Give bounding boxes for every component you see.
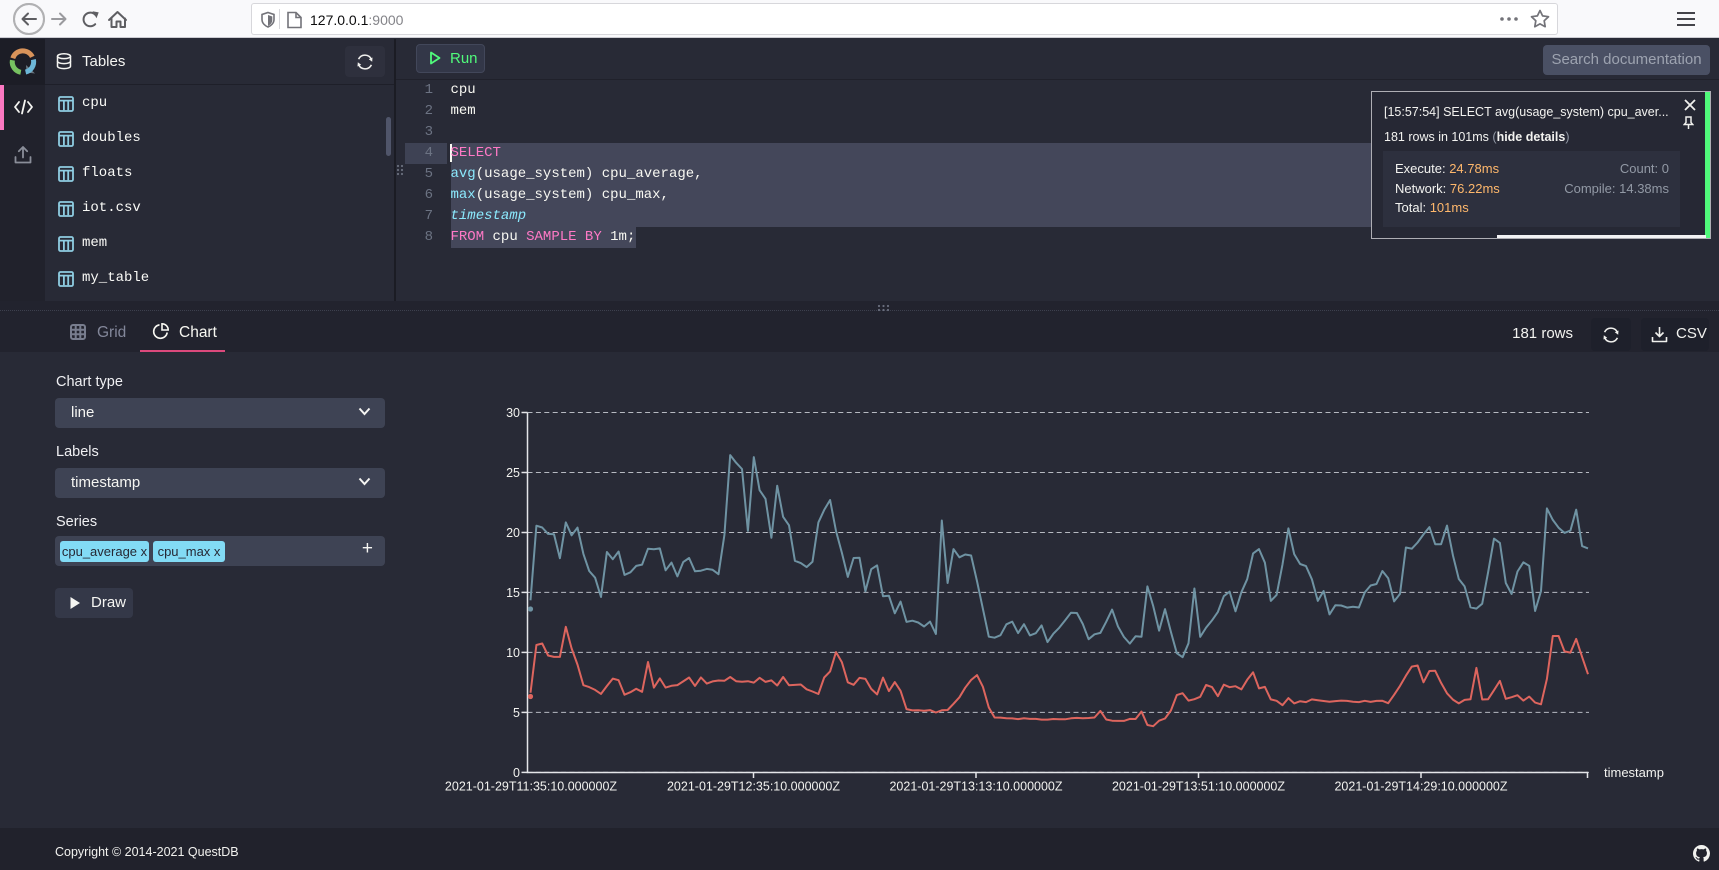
svg-text:2021-01-29T14:29:10.000000Z: 2021-01-29T14:29:10.000000Z [1334, 780, 1507, 794]
svg-text:5: 5 [513, 706, 520, 720]
svg-text:2021-01-29T11:35:10.000000Z: 2021-01-29T11:35:10.000000Z [445, 780, 617, 794]
svg-text:25: 25 [506, 466, 520, 480]
svg-text:2021-01-29T13:13:10.000000Z: 2021-01-29T13:13:10.000000Z [889, 780, 1062, 794]
svg-text:20: 20 [506, 526, 520, 540]
svg-text:2021-01-29T13:51:10.000000Z: 2021-01-29T13:51:10.000000Z [1112, 780, 1285, 794]
svg-text:30: 30 [506, 406, 520, 420]
svg-text:timestamp: timestamp [1604, 765, 1664, 780]
svg-text:10: 10 [506, 646, 520, 660]
svg-text:15: 15 [506, 586, 520, 600]
svg-text:0: 0 [513, 766, 520, 780]
svg-text:2021-01-29T12:35:10.000000Z: 2021-01-29T12:35:10.000000Z [667, 780, 840, 794]
